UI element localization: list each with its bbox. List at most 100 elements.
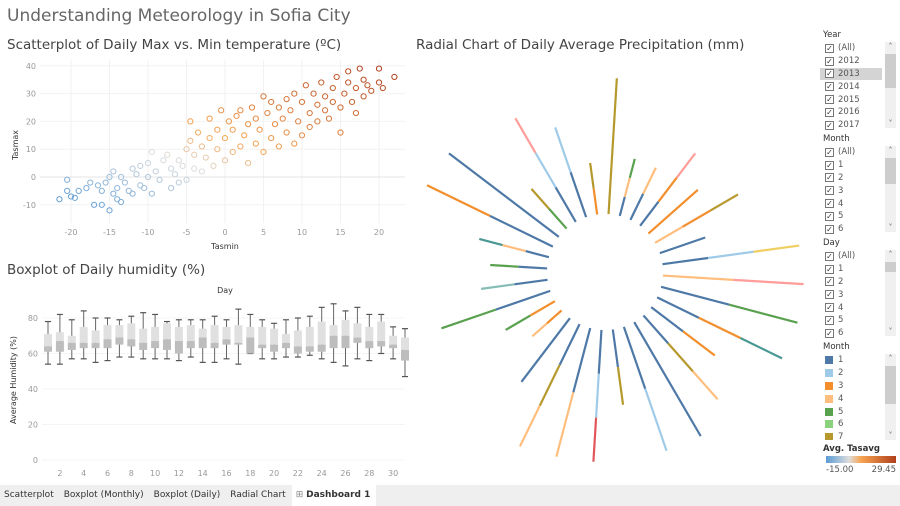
radial-spoke-segment <box>629 193 645 221</box>
month-filter-item[interactable]: ✓ (All) <box>820 146 882 159</box>
checkbox-checked-icon[interactable]: ✓ <box>825 95 834 105</box>
day-filter-item[interactable]: ✓ 1 <box>820 263 882 276</box>
scatter-point <box>252 115 259 122</box>
year-filter-item[interactable]: ✓ 2016 <box>820 106 882 119</box>
checkbox-checked-icon[interactable]: ✓ <box>825 211 834 221</box>
legend-item[interactable]: 4 <box>820 392 882 405</box>
checkbox-checked-icon[interactable]: ✓ <box>825 82 834 92</box>
year-filter-item[interactable]: ✓ 2017 <box>820 119 882 130</box>
scatter-point <box>87 179 94 186</box>
scatter-point <box>233 112 240 119</box>
chevron-down-icon[interactable]: ˅ <box>885 119 896 128</box>
checkbox-checked-icon[interactable]: ✓ <box>825 120 834 130</box>
chevron-down-icon[interactable]: ˅ <box>885 223 896 232</box>
checkbox-checked-icon[interactable]: ✓ <box>825 160 834 170</box>
checkbox-checked-icon[interactable]: ✓ <box>825 328 834 338</box>
box-upper <box>317 321 326 345</box>
chevron-down-icon[interactable]: ˅ <box>885 431 896 440</box>
legend-item[interactable]: 1 <box>820 354 882 367</box>
checkbox-checked-icon[interactable]: ✓ <box>825 290 834 300</box>
radial-spoke-segment <box>426 184 491 217</box>
box-lower <box>293 346 302 354</box>
x-tick-label: 4 <box>81 469 86 478</box>
x-tick-label: 20 <box>269 469 279 478</box>
checkbox-checked-icon[interactable]: ✓ <box>825 251 834 261</box>
year-filter-item[interactable]: ✓ 2015 <box>820 93 882 106</box>
box-lower <box>115 337 124 345</box>
radial-chart[interactable] <box>410 55 820 485</box>
boxplot-chart[interactable]: Day0204060802 4 6 8 10 12 14 16 18 20 22 24 26 28 30Av… <box>0 280 410 485</box>
checkbox-checked-icon[interactable]: ✓ <box>825 173 834 183</box>
tab-dashboard-1[interactable]: ⊞ Dashboard 1 <box>291 485 377 506</box>
month-filter-item[interactable]: ✓ 6 <box>820 223 882 234</box>
tab-boxplot-monthly-[interactable]: Boxplot (Monthly) <box>60 485 150 506</box>
year-filter-item[interactable]: ✓ (All) <box>820 42 882 55</box>
scatter-point <box>248 104 256 111</box>
month-filter-item[interactable]: ✓ 1 <box>820 159 882 172</box>
checkbox-checked-icon[interactable]: ✓ <box>825 303 834 313</box>
legend-item[interactable]: 3 <box>820 380 882 393</box>
year-filter-item[interactable]: ✓ 2014 <box>820 80 882 93</box>
box-upper <box>377 321 386 342</box>
scrollbar-thumb[interactable] <box>885 262 896 272</box>
month-filter-item[interactable]: ✓ 4 <box>820 197 882 210</box>
month-filter-item[interactable]: ✓ 5 <box>820 210 882 223</box>
scrollbar-thumb[interactable] <box>885 366 896 404</box>
radial-spoke-segment <box>642 167 657 195</box>
day-filter-item[interactable]: ✓ 4 <box>820 301 882 314</box>
scatter-point <box>345 68 352 75</box>
scrollbar-thumb[interactable] <box>885 54 896 88</box>
checkbox-checked-icon[interactable]: ✓ <box>825 186 834 196</box>
scatterplot-chart[interactable]: -20 -15 -10 -5 0 5 10 15 20 -10 0 10 20 30 40 Tasmin Tas… <box>0 55 410 255</box>
scrollbar[interactable]: ˄ ˅ <box>885 42 896 128</box>
scatter-point <box>368 87 375 94</box>
scatter-point <box>191 165 198 172</box>
tab-radial-chart[interactable]: Radial Chart <box>226 485 291 506</box>
day-filter-item[interactable]: ✓ 6 <box>820 327 882 338</box>
checkbox-checked-icon[interactable]: ✓ <box>825 315 834 325</box>
x-tick-label: 10 <box>150 469 160 478</box>
day-filter-item[interactable]: ✓ 2 <box>820 276 882 289</box>
radial-spoke-segment <box>518 405 541 447</box>
legend-item[interactable]: 7 <box>820 431 882 440</box>
checkbox-checked-icon[interactable]: ✓ <box>825 56 834 66</box>
checkbox-checked-icon[interactable]: ✓ <box>825 147 834 157</box>
day-filter-item[interactable]: ✓ 5 <box>820 314 882 327</box>
checkbox-checked-icon[interactable]: ✓ <box>825 43 834 53</box>
checkbox-checked-icon[interactable]: ✓ <box>825 224 834 234</box>
radial-spoke-segment <box>490 263 519 268</box>
chevron-up-icon[interactable]: ˄ <box>885 42 896 51</box>
year-filter-item[interactable]: ✓ 2012 <box>820 55 882 68</box>
filter-item-label: 3 <box>838 185 844 196</box>
radial-spoke-segment <box>728 303 798 324</box>
scrollbar-thumb[interactable] <box>885 158 896 184</box>
box-lower <box>246 337 255 354</box>
chevron-up-icon[interactable]: ˄ <box>885 250 896 259</box>
month-filter-item[interactable]: ✓ 3 <box>820 184 882 197</box>
tab-scatterplot[interactable]: Scatterplot <box>0 485 60 506</box>
day-filter-item[interactable]: ✓ (All) <box>820 250 882 263</box>
box-day-23 <box>305 315 314 356</box>
legend-item[interactable]: 5 <box>820 405 882 418</box>
checkbox-checked-icon[interactable]: ✓ <box>825 264 834 274</box>
scrollbar[interactable]: ˄ ˅ <box>885 354 896 440</box>
day-filter-item[interactable]: ✓ 3 <box>820 288 882 301</box>
chevron-up-icon[interactable]: ˄ <box>885 146 896 155</box>
year-filter-item[interactable]: ✓ 2013 <box>820 67 882 81</box>
checkbox-checked-icon[interactable]: ✓ <box>825 199 834 209</box>
legend-item[interactable]: 6 <box>820 418 882 431</box>
chevron-up-icon[interactable]: ˄ <box>885 354 896 363</box>
scatter-point <box>345 79 352 86</box>
legend-item[interactable]: 2 <box>820 367 882 380</box>
checkbox-checked-icon[interactable]: ✓ <box>825 69 834 79</box>
scrollbar[interactable]: ˄ ˅ <box>885 250 896 336</box>
radial-spoke-segment <box>660 285 730 306</box>
checkbox-checked-icon[interactable]: ✓ <box>825 277 834 287</box>
filter-item-label: 1 <box>838 264 844 275</box>
radial-spoke-segment <box>572 327 592 393</box>
scrollbar[interactable]: ˄ ˅ <box>885 146 896 232</box>
tab-boxplot-daily-[interactable]: Boxplot (Daily) <box>150 485 227 506</box>
checkbox-checked-icon[interactable]: ✓ <box>825 107 834 117</box>
chevron-down-icon[interactable]: ˅ <box>885 327 896 336</box>
month-filter-item[interactable]: ✓ 2 <box>820 172 882 185</box>
